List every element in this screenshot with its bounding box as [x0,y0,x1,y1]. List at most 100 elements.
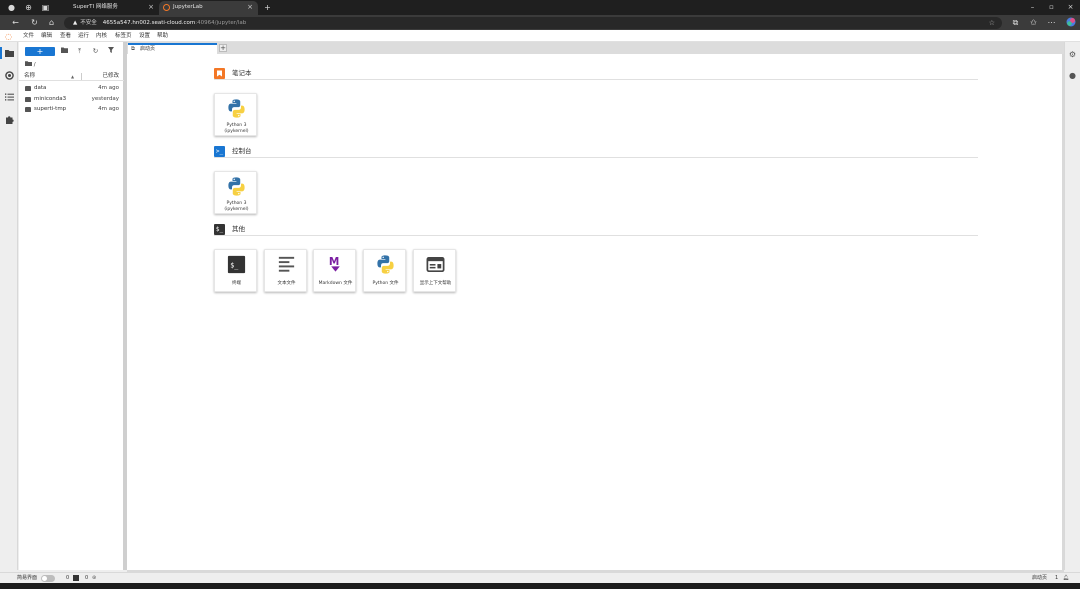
menu-tabs[interactable]: 标签页 [115,30,132,42]
folder-icon [25,61,32,66]
filter-icon[interactable] [106,47,115,56]
file-row-miniconda3[interactable]: miniconda3 yesterday [19,94,124,104]
launcher-tab-icon: ⧉ [131,46,135,52]
tab-actions-icon[interactable]: ▣ [40,2,51,13]
menu-file[interactable]: 文件 [23,30,34,42]
running-sessions-icon[interactable] [5,71,14,80]
terminal-icon: $_ [227,255,246,274]
url-path: :40964/jupyter/lab [195,19,247,26]
new-tab-button[interactable]: + [262,2,273,13]
browser-tab-strip: ● ⊕ ▣ SuperTI 网络服务 × JupyterLab × + – ▫ × [0,0,1080,15]
column-modified-header[interactable]: 已修改 [102,72,119,81]
other-section: $_ 其他 $_ 终端 文本文件 M Markdown 文件 Python 文件… [214,224,978,296]
upload-icon[interactable]: ⤒ [75,47,84,56]
close-icon[interactable]: × [247,1,253,14]
card-label: Python 文件 [372,281,399,286]
refresh-icon[interactable]: ↻ [91,47,100,56]
reload-icon[interactable]: ↻ [29,17,40,28]
home-icon[interactable]: ⌂ [46,17,57,28]
python-logo-icon [228,177,245,196]
launcher-card-markdown-file[interactable]: M Markdown 文件 [313,249,356,292]
document-tab-bar: ⧉ 启动页 + [127,42,1064,54]
bookmark-icon [214,68,225,79]
launcher-card-terminal[interactable]: $_ 终端 [214,249,257,292]
profile-icon[interactable]: ● [6,2,17,13]
launcher-card-python-file[interactable]: Python 文件 [363,249,406,292]
jupyter-favicon-icon [163,4,170,11]
column-divider[interactable] [81,73,82,80]
notification-bell-icon[interactable]: 🔔︎ [1063,573,1069,583]
markdown-icon: M [329,256,340,272]
menu-view[interactable]: 查看 [60,30,71,42]
launcher-card-console-python3[interactable]: Python 3 (ipykernel) [214,171,257,214]
menu-settings[interactable]: 设置 [139,30,150,42]
kernel-count[interactable]: 0 [66,573,69,583]
minimize-button[interactable]: – [1023,0,1042,15]
contextual-help-icon [426,256,445,273]
file-browser-toolbar: + ⤒ ↻ [19,46,124,57]
active-tab-label: 启动页 [1032,575,1048,581]
section-header: 笔记本 [214,68,978,80]
close-window-button[interactable]: × [1061,0,1080,15]
restore-button[interactable]: ▫ [1042,0,1061,15]
menu-help[interactable]: 帮助 [157,30,168,42]
extension-puzzle-icon[interactable] [5,115,14,124]
url-host: 4655a547.hn002.seati-cloud.com [102,19,196,26]
favorites-icon[interactable]: ✩ [1028,17,1039,28]
url-field[interactable]: ▲ 不安全 4655a547.hn002.seati-cloud.com:40964… [64,16,1002,29]
breadcrumb[interactable]: / [25,61,36,68]
new-folder-icon[interactable] [60,47,69,56]
launcher-card-contextual-help[interactable]: 显示上下文帮助 [413,249,456,292]
table-of-contents-icon[interactable] [5,93,14,102]
workspaces-icon[interactable]: ⊕ [23,2,34,13]
status-bar: 简易界面 0 0 ⊛ 启动页 1 🔔︎ [0,572,1080,583]
tab-launcher[interactable]: ⧉ 启动页 [128,43,217,54]
property-inspector-icon[interactable]: ⚙ [1068,50,1077,59]
simple-mode-label: 简易界面 [17,575,38,581]
debugger-icon[interactable]: ● [1068,71,1077,80]
browser-tab-jupyterlab[interactable]: JupyterLab × [159,1,258,15]
folder-icon[interactable] [5,49,14,58]
card-label: 终端 [232,281,241,286]
launcher-card-text-file[interactable]: 文本文件 [264,249,307,292]
window-controls: – ▫ × [1023,0,1080,15]
card-label: 显示上下文帮助 [419,281,452,286]
menu-kernel[interactable]: 内核 [96,30,107,42]
console-section: >_ 控制台 Python 3 (ipykernel) [214,146,978,216]
menu-run[interactable]: 运行 [78,30,89,42]
extensions-icon[interactable]: ⧉ [1010,17,1021,28]
card-label: 文本文件 [277,281,296,286]
favorite-star-icon[interactable]: ☆ [989,17,995,29]
terminal-status-icon [73,575,79,581]
file-name: superti-tmp [34,106,67,112]
os-taskbar-strip [0,583,1080,589]
close-icon[interactable]: × [148,1,154,14]
add-tab-button[interactable]: + [219,44,227,52]
text-file-icon [278,256,295,272]
launcher-card-notebook-python3[interactable]: Python 3 (ipykernel) [214,93,257,136]
notebook-section: 笔记本 Python 3 (ipykernel) [214,68,978,138]
new-launcher-button[interactable]: + [25,47,55,56]
back-arrow-icon[interactable]: ← [10,17,21,28]
python-logo-icon [228,99,245,118]
file-name: miniconda3 [34,96,67,102]
file-row-data[interactable]: data 4m ago [19,83,124,93]
file-list-header: 名称 ▲ 已修改 [19,72,124,81]
file-modified: yesterday [91,96,119,102]
more-menu-icon[interactable]: ⋯ [1046,17,1057,28]
sort-arrow-icon[interactable]: ▲ [71,72,74,81]
column-name-header[interactable]: 名称 [24,72,35,81]
section-header: $_ 其他 [214,224,978,236]
right-sidebar-rail: ⚙ ● [1064,42,1080,570]
browser-tab-superti[interactable]: SuperTI 网络服务 × [59,1,159,15]
copilot-icon[interactable] [1065,17,1076,28]
breadcrumb-root[interactable]: / [34,62,36,68]
terminal-count[interactable]: 0 [85,573,88,583]
file-name: data [34,85,47,91]
console-icon: >_ [214,146,225,157]
file-row-superti-tmp[interactable]: superti-tmp 4m ago [19,104,124,114]
simple-mode-toggle[interactable] [41,575,55,582]
menu-edit[interactable]: 编辑 [41,30,52,42]
svg-text:M: M [329,256,339,268]
main-dock-area: ⧉ 启动页 + 笔记本 Python 3 (ipykernel) >_ 控制台 … [127,42,1064,572]
